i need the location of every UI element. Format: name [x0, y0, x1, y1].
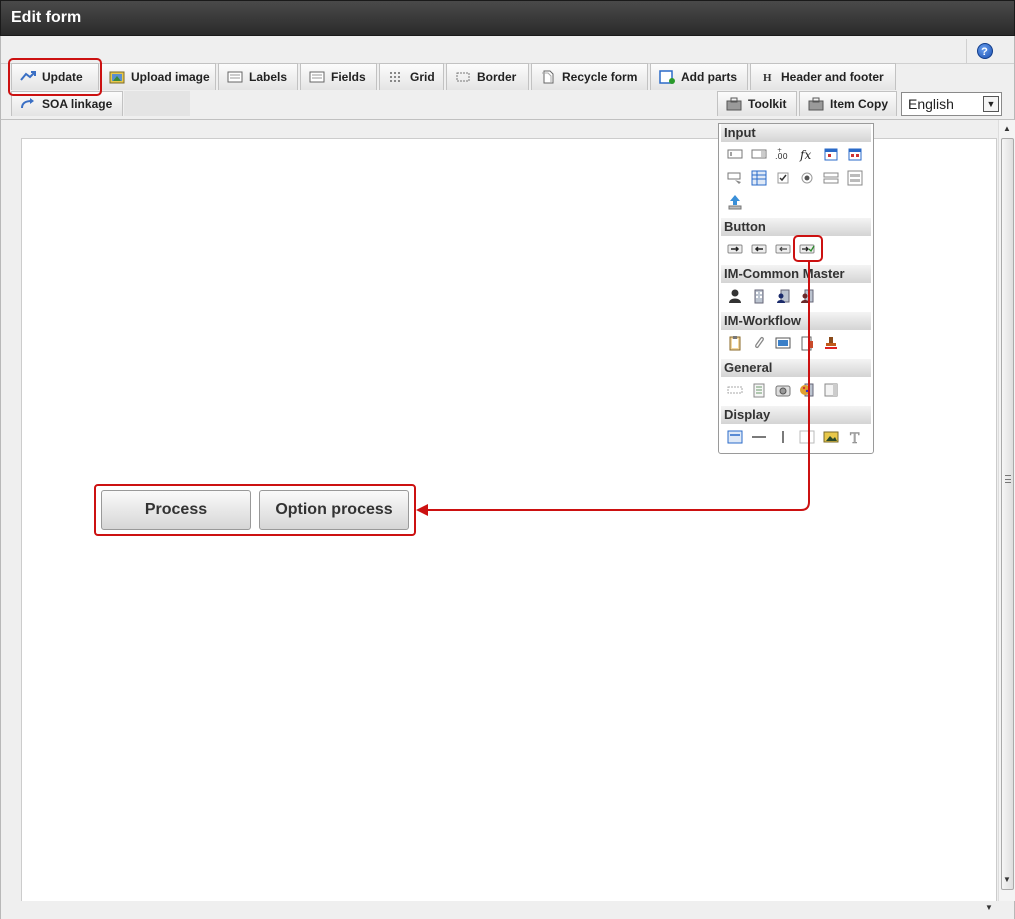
button-icon-highlight	[793, 235, 823, 262]
checkbox-icon[interactable]	[775, 170, 791, 186]
back-button-icon[interactable]	[751, 241, 767, 257]
tab-label: Item Copy	[830, 97, 889, 111]
scroll-up-icon[interactable]: ▲	[999, 122, 1015, 136]
add-parts-icon	[659, 70, 675, 84]
tab-grid[interactable]: Grid	[379, 63, 444, 90]
tab-label: SOA linkage	[42, 97, 113, 111]
textbox-icon[interactable]	[727, 146, 743, 162]
picture-icon[interactable]	[823, 429, 839, 445]
vertical-scrollbar[interactable]: ▲ ▼	[998, 120, 1015, 901]
scroll-down-icon[interactable]: ▼	[999, 873, 1015, 887]
horizontal-line-icon[interactable]	[751, 429, 767, 445]
list-panel-icon[interactable]	[847, 170, 863, 186]
svg-text:+: +	[777, 147, 782, 154]
palette-section-button: Button	[721, 218, 871, 236]
bottom-scroll-strip: ▼	[1, 901, 1014, 919]
frame-icon[interactable]	[823, 382, 839, 398]
clipboard-icon[interactable]	[727, 335, 743, 351]
svg-text:fx: fx	[799, 148, 811, 162]
update-highlight	[8, 58, 102, 96]
tab-label: Grid	[410, 70, 435, 84]
table-icon[interactable]	[751, 170, 767, 186]
svg-text:T: T	[850, 431, 860, 445]
tab-label: Border	[477, 70, 517, 84]
next-button-icon[interactable]	[727, 241, 743, 257]
language-value: English	[908, 96, 954, 112]
users-icon[interactable]	[775, 288, 791, 304]
tab-label: Labels	[249, 70, 288, 84]
soa-linkage-icon	[20, 97, 36, 111]
tab-upload-image[interactable]: Upload image	[100, 63, 216, 90]
stamp-icon[interactable]	[823, 335, 839, 351]
palette-section-display: Display	[721, 406, 871, 424]
header-footer-icon: H	[759, 70, 775, 84]
vertical-line-icon[interactable]	[775, 429, 791, 445]
tab-label: Header and footer	[781, 70, 884, 84]
document-icon[interactable]	[799, 335, 815, 351]
date-icon[interactable]	[823, 146, 839, 162]
window-title: Edit form	[11, 9, 82, 26]
tab-labels[interactable]: Labels	[218, 63, 298, 90]
note-icon[interactable]	[751, 382, 767, 398]
listbox-icon[interactable]	[823, 170, 839, 186]
svg-text:H: H	[763, 72, 772, 84]
formula-icon[interactable]: fx	[799, 146, 815, 162]
tab-header-and-footer[interactable]: H Header and footer	[750, 63, 896, 90]
date-range-icon[interactable]	[847, 146, 863, 162]
number-field-icon[interactable]: .00 +	[775, 146, 791, 162]
tab-spacer	[124, 91, 190, 116]
camera-icon[interactable]	[775, 382, 791, 398]
palette-section-input: Input	[721, 124, 871, 142]
palette-section-common-master: IM-Common Master	[721, 265, 871, 283]
text-icon[interactable]: T	[847, 429, 863, 445]
grid-icon	[388, 70, 404, 84]
radio-icon[interactable]	[799, 170, 815, 186]
tab-recycle-form[interactable]: Recycle form	[531, 63, 648, 90]
toolkit-palette: Input Button IM-Common Master IM-Workflo…	[718, 123, 874, 454]
upload-image-icon	[109, 70, 125, 84]
attachment-icon[interactable]	[751, 335, 767, 351]
textbox-button-icon[interactable]	[751, 146, 767, 162]
user-icon[interactable]	[727, 288, 743, 304]
tab-label: Toolkit	[748, 97, 787, 111]
label-icon[interactable]	[727, 429, 743, 445]
grip-icon	[1005, 475, 1011, 483]
recycle-form-icon	[540, 70, 556, 84]
window-titlebar: Edit form	[0, 0, 1015, 36]
tab-item-copy[interactable]: Item Copy	[799, 91, 897, 116]
scroll-down-icon[interactable]: ▼	[985, 903, 993, 912]
toolkit-icon	[726, 97, 742, 111]
border-icon	[455, 70, 471, 84]
dropdown-icon[interactable]	[727, 170, 743, 186]
scroll-thumb[interactable]	[1001, 138, 1014, 890]
help-button[interactable]: ?	[966, 39, 1002, 63]
blank-icon[interactable]	[799, 429, 815, 445]
tab-fields[interactable]: Fields	[300, 63, 377, 90]
company-icon[interactable]	[799, 288, 815, 304]
chevron-down-icon[interactable]: ▼	[983, 96, 999, 112]
fields-icon	[309, 70, 325, 84]
tab-add-parts[interactable]: Add parts	[650, 63, 748, 90]
return-button-icon[interactable]	[775, 241, 791, 257]
palette-section-general: General	[721, 359, 871, 377]
tab-label: Fields	[331, 70, 366, 84]
tab-label: Recycle form	[562, 70, 638, 84]
labels-icon	[227, 70, 243, 84]
file-upload-icon[interactable]	[727, 194, 743, 210]
tab-label: Add parts	[681, 70, 738, 84]
tab-border[interactable]: Border	[446, 63, 529, 90]
language-select[interactable]: English ▼	[901, 92, 1002, 116]
organization-icon[interactable]	[751, 288, 767, 304]
hidden-field-icon[interactable]	[727, 382, 743, 398]
palette-section-workflow: IM-Workflow	[721, 312, 871, 330]
help-icon: ?	[976, 43, 993, 59]
image-icon[interactable]	[775, 335, 791, 351]
palette-icon[interactable]	[799, 382, 815, 398]
tab-label: Upload image	[131, 70, 210, 84]
tab-toolkit[interactable]: Toolkit	[717, 91, 797, 116]
form-buttons-highlight	[94, 484, 416, 536]
item-copy-icon	[808, 97, 824, 111]
